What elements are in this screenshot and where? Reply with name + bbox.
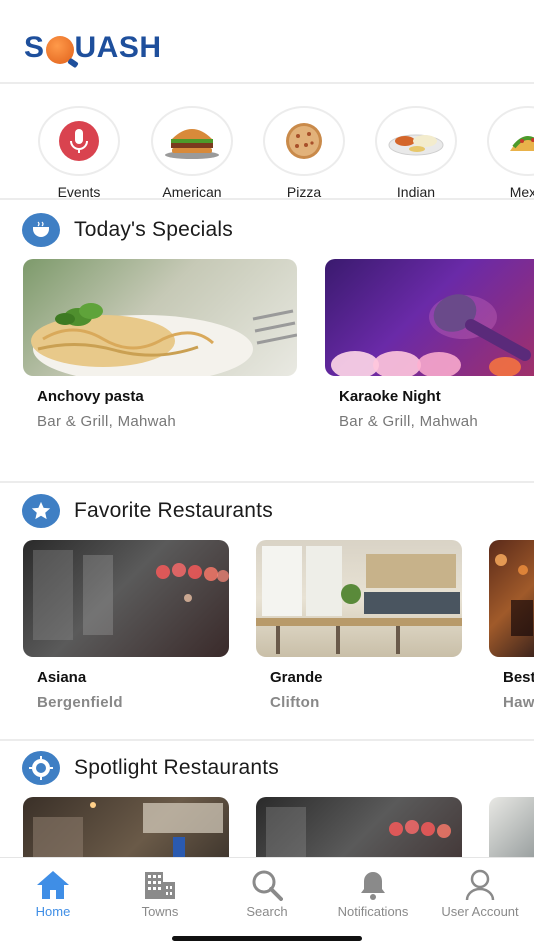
category-pizza[interactable]: Pizza: [263, 106, 345, 200]
squash-logo-icon: [45, 36, 74, 64]
home-icon: [3, 868, 103, 902]
category-events[interactable]: Events: [38, 106, 120, 200]
restaurant-name: Grande: [270, 669, 323, 686]
tab-label: User Account: [441, 904, 519, 919]
taco-icon: [487, 106, 534, 176]
category-strip[interactable]: Events American Pizza Indian Me: [0, 86, 534, 200]
category-label: Mexic: [509, 184, 534, 200]
logo-text-end: UASH: [74, 31, 162, 64]
tab-home[interactable]: Home: [3, 868, 103, 919]
logo-text-start: S: [24, 31, 45, 64]
pizza-icon: [263, 106, 345, 176]
restaurant-image: [489, 540, 534, 657]
restaurant-card[interactable]: Grande Clifton: [256, 540, 462, 711]
buildings-icon: [110, 868, 210, 902]
favorites-section-header: Favorite Restaurants: [22, 494, 273, 528]
restaurant-town: Clifton: [270, 694, 320, 711]
curry-icon: [375, 106, 457, 176]
tab-label: Towns: [141, 904, 179, 919]
special-name: Anchovy pasta: [37, 388, 144, 405]
category-label: American: [162, 184, 222, 200]
tab-towns[interactable]: Towns: [110, 868, 210, 919]
specials-title: Today's Specials: [74, 218, 233, 241]
spotlight-image: [23, 797, 229, 857]
restaurant-image: [256, 540, 462, 657]
restaurant-image: [23, 540, 229, 657]
tab-notifications[interactable]: Notifications: [323, 868, 423, 919]
search-icon: [217, 868, 317, 902]
user-icon: [430, 868, 530, 902]
tab-label: Search: [246, 904, 288, 919]
bowl-icon: [22, 213, 60, 247]
special-image: [325, 259, 534, 376]
restaurant-name: Best: [503, 669, 534, 686]
restaurant-town: Haw: [503, 694, 534, 711]
special-location: Bar & Grill, Mahwah: [339, 413, 479, 430]
tab-label: Home: [35, 904, 71, 919]
tab-search[interactable]: Search: [217, 868, 317, 919]
spotlight-card[interactable]: [489, 797, 534, 857]
special-name: Karaoke Night: [339, 388, 441, 405]
restaurant-town: Bergenfield: [37, 694, 123, 711]
tab-label: Notifications: [337, 904, 409, 919]
section-divider: [0, 481, 534, 483]
category-label: Pizza: [286, 184, 322, 200]
spotlight-card[interactable]: [256, 797, 462, 857]
restaurant-card[interactable]: Asiana Bergenfield: [23, 540, 229, 711]
home-indicator: [172, 936, 362, 941]
section-divider: [0, 739, 534, 741]
star-icon: [22, 494, 60, 528]
bell-icon: [323, 868, 423, 902]
category-indian[interactable]: Indian: [375, 106, 457, 200]
tab-user-account[interactable]: User Account: [430, 868, 530, 919]
spotlight-image: [489, 797, 534, 857]
favorites-title: Favorite Restaurants: [74, 499, 273, 522]
spotlight-title: Spotlight Restaurants: [74, 756, 279, 779]
squash-logo[interactable]: S UASH: [24, 31, 162, 65]
special-card[interactable]: Anchovy pasta Bar & Grill, Mahwah: [23, 259, 297, 430]
category-mexican[interactable]: Mexic: [487, 106, 534, 200]
restaurant-card[interactable]: Best Haw: [489, 540, 534, 711]
category-american[interactable]: American: [151, 106, 233, 200]
app-header: S UASH: [0, 0, 534, 84]
restaurant-name: Asiana: [37, 669, 87, 686]
special-image: [23, 259, 297, 376]
microphone-icon: [38, 106, 120, 176]
special-card[interactable]: Karaoke Night Bar & Grill, Mahwah: [325, 259, 534, 430]
badge-icon: [22, 751, 60, 785]
spotlight-card[interactable]: [23, 797, 229, 857]
spotlight-image: [256, 797, 462, 857]
category-label: Events: [57, 184, 101, 200]
spotlight-section-header: Spotlight Restaurants: [22, 751, 279, 785]
burger-icon: [151, 106, 233, 176]
category-label: Indian: [396, 184, 436, 200]
specials-section-header: Today's Specials: [22, 213, 233, 247]
special-location: Bar & Grill, Mahwah: [37, 413, 177, 430]
